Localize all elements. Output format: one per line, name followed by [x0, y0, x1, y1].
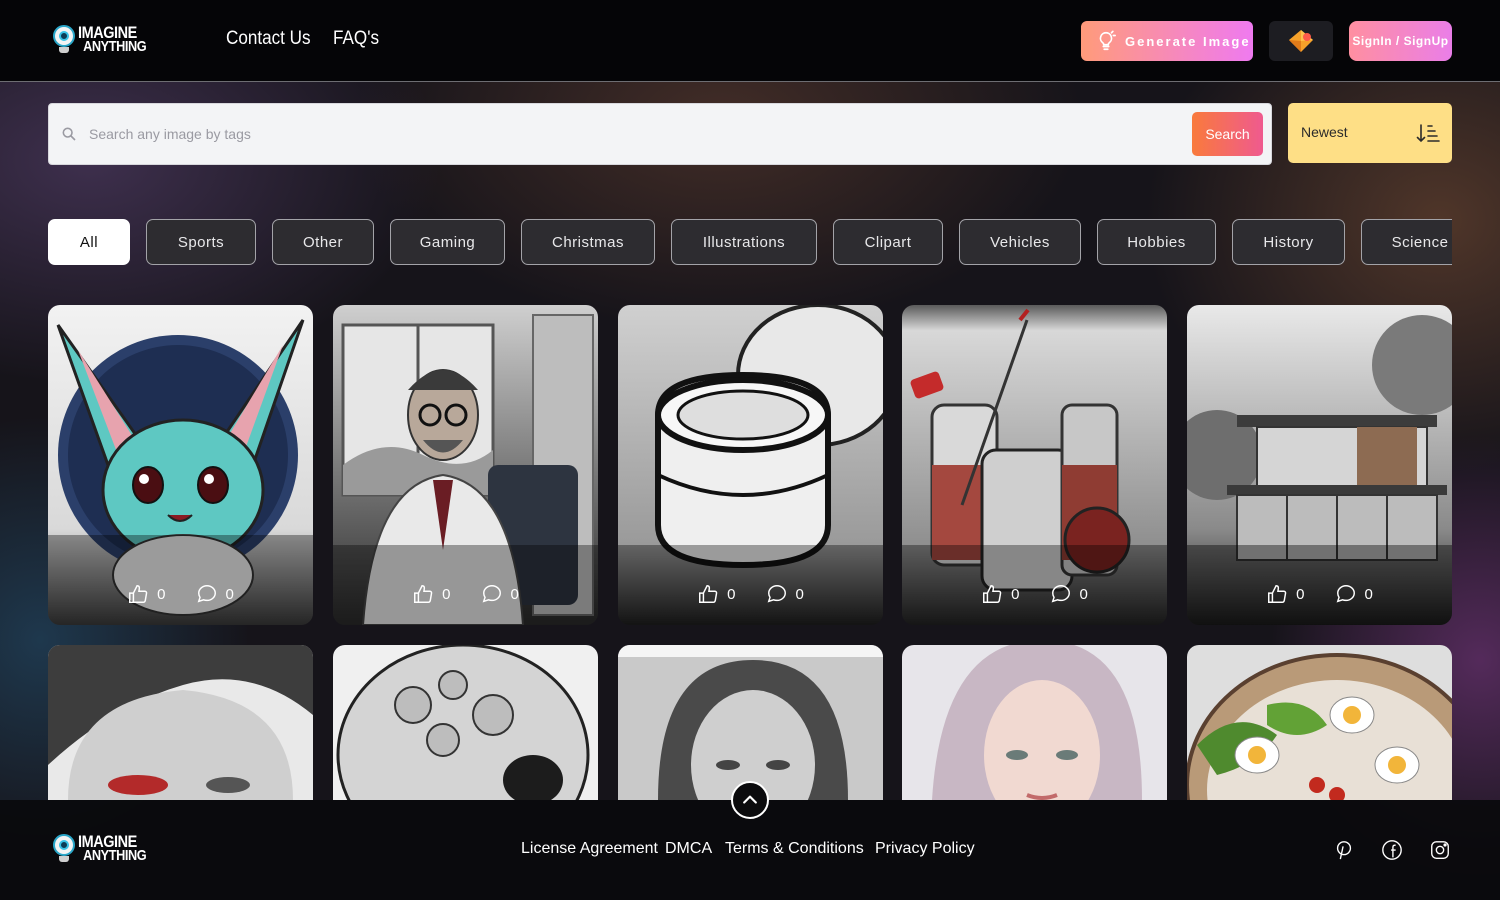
- image-card[interactable]: [902, 645, 1167, 800]
- generate-image-button[interactable]: Generate Image: [1081, 21, 1253, 61]
- image-card[interactable]: 0 0: [618, 305, 883, 625]
- bulb-eye-icon: [52, 25, 76, 55]
- thumbs-up-icon[interactable]: [127, 583, 149, 605]
- comment-count: 0: [795, 585, 804, 603]
- thumbs-up-icon[interactable]: [981, 583, 1003, 605]
- category-tags: All Sports Other Gaming Christmas Illust…: [48, 219, 1452, 265]
- chevron-up-icon: [743, 795, 757, 804]
- sort-dropdown[interactable]: Newest: [1288, 103, 1452, 163]
- card-image-bunny: [48, 305, 313, 625]
- card-image-salad: [1187, 645, 1452, 800]
- card-image-house: [1187, 305, 1452, 625]
- tag-gaming[interactable]: Gaming: [390, 219, 505, 265]
- lightbulb-icon: [1099, 30, 1116, 51]
- comment-icon[interactable]: [766, 583, 788, 605]
- sort-descending-icon: [1416, 124, 1440, 143]
- search-icon: [62, 127, 76, 141]
- search-button[interactable]: Search: [1192, 112, 1263, 156]
- tag-other[interactable]: Other: [272, 219, 374, 265]
- nav-faqs[interactable]: FAQ's: [333, 28, 379, 50]
- coins-button[interactable]: [1269, 21, 1333, 61]
- footer-link-privacy[interactable]: Privacy Policy: [875, 840, 975, 858]
- comment-count: 0: [510, 585, 519, 603]
- card-image-skull: [333, 645, 598, 800]
- facebook-icon[interactable]: [1381, 839, 1403, 861]
- tag-science[interactable]: Science: [1361, 219, 1452, 265]
- comment-count: 0: [1079, 585, 1088, 603]
- instagram-icon[interactable]: [1429, 839, 1451, 861]
- footer-link-terms[interactable]: Terms & Conditions: [725, 840, 864, 858]
- image-card[interactable]: 0 0: [902, 305, 1167, 625]
- comment-icon[interactable]: [1335, 583, 1357, 605]
- tag-all[interactable]: All: [48, 219, 130, 265]
- scroll-to-top-button[interactable]: [731, 781, 769, 819]
- like-count: 0: [1011, 585, 1020, 603]
- comment-icon[interactable]: [481, 583, 503, 605]
- image-card[interactable]: [333, 645, 598, 800]
- comment-icon[interactable]: [1050, 583, 1072, 605]
- thumbs-up-icon[interactable]: [1266, 583, 1288, 605]
- logo-line2: ANYTHING: [83, 38, 147, 55]
- footer-link-dmca[interactable]: DMCA: [665, 840, 712, 858]
- pinterest-icon[interactable]: [1333, 839, 1355, 861]
- comment-icon[interactable]: [196, 583, 218, 605]
- logo-line2: ANYTHING: [83, 847, 147, 864]
- tag-hobbies[interactable]: Hobbies: [1097, 219, 1216, 265]
- header: IMAGINE ANYTHING Contact Us FAQ's Genera…: [0, 0, 1500, 82]
- generate-image-label: Generate Image: [1125, 33, 1251, 49]
- search-bar: Search: [48, 103, 1272, 165]
- thumbs-up-icon[interactable]: [412, 583, 434, 605]
- nav-contact-us[interactable]: Contact Us: [226, 28, 311, 50]
- footer-link-license[interactable]: License Agreement: [521, 840, 658, 858]
- card-image-jar: [618, 305, 883, 625]
- footer-logo[interactable]: IMAGINE ANYTHING: [52, 833, 158, 864]
- like-count: 0: [442, 585, 451, 603]
- image-card[interactable]: [1187, 645, 1452, 800]
- tag-vehicles[interactable]: Vehicles: [959, 219, 1081, 265]
- tag-sports[interactable]: Sports: [146, 219, 256, 265]
- search-input[interactable]: [89, 118, 1179, 150]
- card-image-medicine: [902, 305, 1167, 625]
- image-card[interactable]: 0 0: [48, 305, 313, 625]
- logo[interactable]: IMAGINE ANYTHING: [52, 24, 158, 55]
- bulb-eye-icon: [52, 834, 76, 864]
- comment-count: 0: [225, 585, 234, 603]
- image-card[interactable]: [48, 645, 313, 800]
- card-image-woman-red-makeup: [48, 645, 313, 800]
- tag-history[interactable]: History: [1232, 219, 1345, 265]
- coins-icon: [1289, 30, 1313, 52]
- tag-christmas[interactable]: Christmas: [521, 219, 655, 265]
- thumbs-up-icon[interactable]: [697, 583, 719, 605]
- image-card[interactable]: 0 0: [333, 305, 598, 625]
- like-count: 0: [157, 585, 166, 603]
- tag-illustrations[interactable]: Illustrations: [671, 219, 817, 265]
- like-count: 0: [1296, 585, 1305, 603]
- like-count: 0: [727, 585, 736, 603]
- comment-count: 0: [1364, 585, 1373, 603]
- card-image-doctor: [333, 305, 598, 625]
- image-card[interactable]: 0 0: [1187, 305, 1452, 625]
- sort-label: Newest: [1301, 124, 1348, 140]
- signin-signup-button[interactable]: SignIn / SignUp: [1349, 21, 1452, 61]
- card-image-girl-pink-hair: [902, 645, 1167, 800]
- tag-clipart[interactable]: Clipart: [833, 219, 943, 265]
- image-card[interactable]: [618, 645, 883, 800]
- card-image-woman-portrait: [618, 645, 883, 800]
